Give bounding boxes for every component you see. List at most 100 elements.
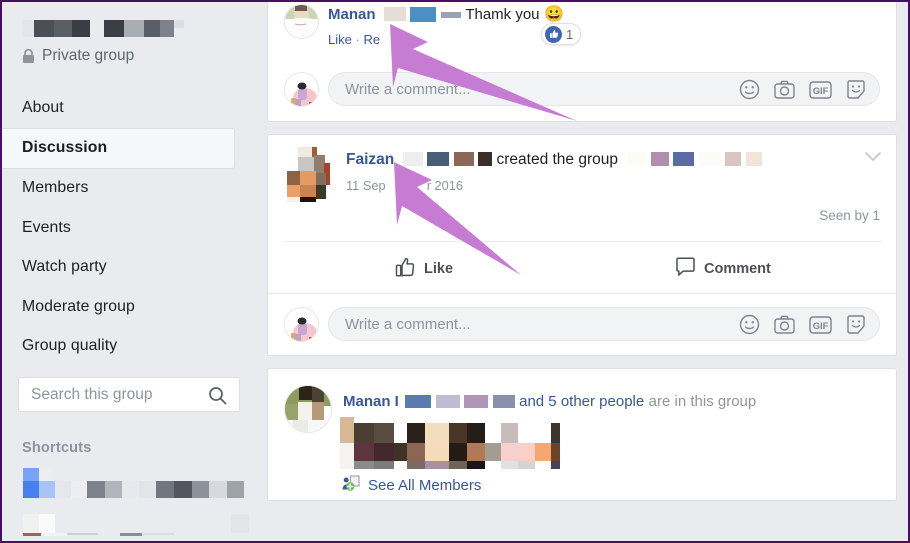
search-icon[interactable] bbox=[208, 386, 227, 410]
divider bbox=[284, 241, 882, 242]
post-author[interactable]: Faizan bbox=[346, 151, 394, 168]
comment-button-label: Comment bbox=[704, 261, 771, 277]
post-author-redacted-2 bbox=[427, 152, 450, 166]
comment-button[interactable]: Comment bbox=[675, 257, 771, 281]
reaction-count: 1 bbox=[566, 26, 574, 42]
sidebar-item-label: Group quality bbox=[22, 337, 118, 355]
sidebar-item-label: About bbox=[22, 98, 64, 116]
svg-text:GIF: GIF bbox=[813, 320, 829, 330]
group-name-redacted-2 bbox=[650, 152, 669, 166]
browser-viewport: Private group About Discussion Members E… bbox=[0, 0, 910, 543]
member-author-redacted-4 bbox=[492, 395, 515, 408]
sidebar-item-label: Events bbox=[22, 218, 71, 236]
comment-author-redacted-3 bbox=[440, 12, 461, 18]
group-name-redacted-5 bbox=[725, 152, 742, 166]
comment-author[interactable]: Manan bbox=[328, 6, 376, 23]
shortcut-row-1[interactable] bbox=[23, 468, 52, 481]
comment-reply-action[interactable]: Re bbox=[363, 32, 380, 47]
emoji-icon[interactable] bbox=[739, 79, 760, 105]
lock-icon bbox=[22, 48, 35, 64]
sticker-icon[interactable] bbox=[846, 79, 867, 105]
comment-author-redacted bbox=[383, 7, 406, 21]
post-author-redacted-4 bbox=[478, 152, 493, 166]
like-button-label: Like bbox=[424, 261, 454, 277]
avatar-self[interactable] bbox=[284, 72, 319, 107]
member-post-trailing: are in this group bbox=[648, 393, 757, 410]
sidebar-nav: About Discussion Members Events Watch pa… bbox=[2, 88, 255, 366]
comment-placeholder: Write a comment... bbox=[345, 315, 471, 333]
post-date-head: 11 Sep bbox=[346, 178, 386, 193]
sidebar-item-discussion[interactable]: Discussion bbox=[2, 127, 235, 169]
shortcut-row-4 bbox=[23, 533, 174, 536]
sidebar-item-events[interactable]: Events bbox=[2, 208, 255, 248]
post-action-text: created the group bbox=[496, 151, 619, 168]
group-name-redacted-1 bbox=[628, 152, 647, 166]
member-author-redacted-1 bbox=[405, 395, 432, 408]
shortcuts-heading: Shortcuts bbox=[22, 440, 92, 456]
member-author-redacted-2 bbox=[435, 395, 460, 408]
avatar[interactable] bbox=[284, 4, 319, 39]
sidebar-item-group-quality[interactable]: Group quality bbox=[2, 327, 255, 367]
member-author-redacted-3 bbox=[464, 395, 489, 408]
group-name-redacted-4 bbox=[698, 152, 721, 166]
post-author-redacted-3 bbox=[453, 152, 474, 166]
comment-text: Thamk you bbox=[465, 6, 540, 23]
like-button[interactable]: Like bbox=[395, 257, 453, 281]
sidebar-item-about[interactable]: About bbox=[2, 88, 255, 128]
group-sidebar: Private group About Discussion Members E… bbox=[2, 2, 255, 541]
svg-text:GIF: GIF bbox=[813, 85, 829, 95]
group-feed: Manan Thamk you 😀 Like · Re 1 Write a co… bbox=[255, 2, 908, 541]
see-all-members-row[interactable]: See All Members bbox=[342, 475, 481, 496]
comment-placeholder: Write a comment... bbox=[345, 80, 471, 98]
emoji-icon[interactable] bbox=[739, 314, 760, 340]
sidebar-item-members[interactable]: Members bbox=[2, 169, 255, 209]
group-privacy-label: Private group bbox=[42, 47, 135, 64]
post-timestamp[interactable]: 11 Sep r 2016 bbox=[346, 178, 463, 193]
post-date-tail: r 2016 bbox=[426, 178, 464, 193]
post-card-created-group: Faizan created the group 11 Sep r 2016 S… bbox=[267, 134, 897, 356]
search-input[interactable] bbox=[19, 385, 199, 404]
group-name-redacted-3 bbox=[673, 152, 695, 166]
comment-author-redacted-2 bbox=[410, 7, 437, 22]
shortcut-row-3-end[interactable] bbox=[231, 514, 249, 533]
sidebar-item-label: Members bbox=[22, 179, 89, 197]
camera-icon[interactable] bbox=[774, 80, 795, 104]
other-people-link[interactable]: and 5 other people bbox=[519, 393, 644, 410]
sticker-icon[interactable] bbox=[846, 314, 867, 340]
member-thumbnails-redacted[interactable] bbox=[340, 417, 560, 469]
see-all-members-label: See All Members bbox=[368, 477, 482, 494]
shortcut-row-2[interactable] bbox=[23, 481, 255, 498]
reaction-badge[interactable]: 1 bbox=[541, 23, 582, 45]
add-member-icon bbox=[342, 475, 360, 496]
member-post-author[interactable]: Manan I bbox=[343, 393, 399, 410]
thumbs-up-icon bbox=[545, 25, 562, 43]
comment-actions: Like · Re bbox=[328, 32, 380, 47]
sidebar-item-label: Watch party bbox=[22, 258, 107, 276]
search-group-box[interactable] bbox=[18, 377, 240, 412]
avatar-self[interactable] bbox=[284, 307, 319, 342]
post-author-redacted-1 bbox=[402, 152, 423, 166]
chevron-down-icon[interactable] bbox=[864, 149, 882, 166]
shortcut-row-3[interactable] bbox=[23, 514, 55, 533]
group-privacy: Private group bbox=[22, 47, 134, 65]
post-author-avatar[interactable] bbox=[284, 147, 334, 202]
sidebar-item-label: Moderate group bbox=[22, 297, 135, 315]
separator: · bbox=[355, 32, 360, 47]
member-post-avatar[interactable] bbox=[284, 385, 332, 433]
comment-emoji: 😀 bbox=[543, 6, 564, 23]
comment-like-action[interactable]: Like bbox=[328, 32, 352, 47]
sidebar-item-watch-party[interactable]: Watch party bbox=[2, 248, 255, 288]
gif-icon[interactable]: GIF bbox=[809, 80, 832, 104]
camera-icon[interactable] bbox=[774, 315, 795, 339]
post-card-members: Manan I and 5 other people are in this g… bbox=[267, 368, 897, 501]
group-name-redacted bbox=[22, 20, 184, 37]
sidebar-item-label: Discussion bbox=[22, 139, 108, 156]
composer-icons: GIF bbox=[739, 79, 867, 105]
comment-bubble-icon bbox=[675, 257, 696, 281]
divider-2 bbox=[268, 293, 896, 294]
group-name-redacted-6 bbox=[745, 152, 762, 166]
comment-composer[interactable]: Write a comment... GIF bbox=[328, 307, 880, 341]
sidebar-item-moderate-group[interactable]: Moderate group bbox=[2, 287, 255, 327]
comment-composer[interactable]: Write a comment... GIF bbox=[328, 72, 880, 106]
gif-icon[interactable]: GIF bbox=[809, 315, 832, 339]
